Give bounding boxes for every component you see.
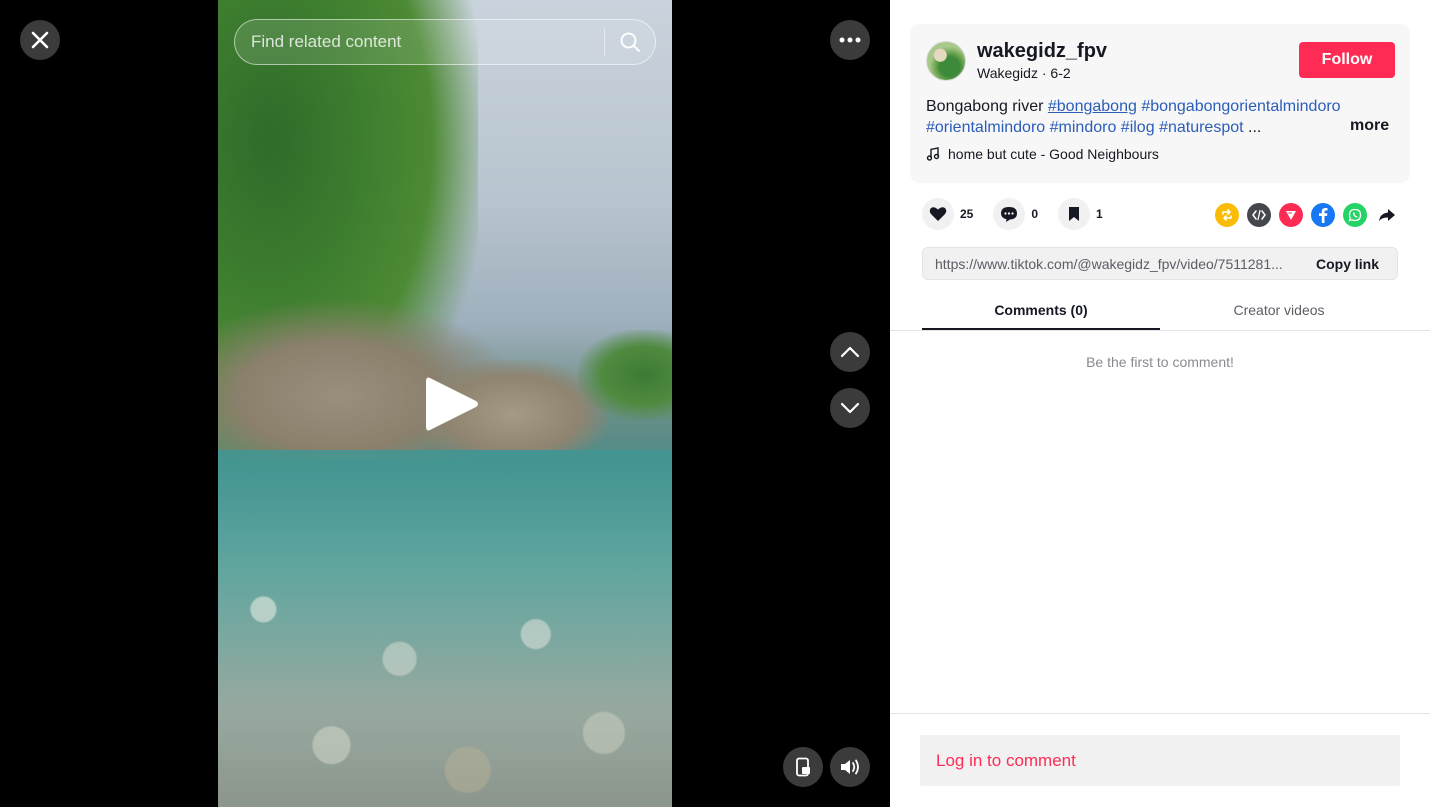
previous-video-button[interactable] bbox=[830, 332, 870, 372]
phone-icon bbox=[796, 757, 810, 777]
heart-icon[interactable] bbox=[922, 198, 954, 230]
video-scene-pebbles bbox=[218, 560, 672, 807]
login-to-comment-box[interactable]: Log in to comment bbox=[920, 735, 1400, 786]
like-action[interactable]: 25 bbox=[922, 198, 973, 230]
avatar[interactable] bbox=[926, 41, 966, 81]
search-bar[interactable] bbox=[234, 19, 656, 65]
copy-link-button[interactable]: Copy link bbox=[1304, 256, 1397, 272]
footer-divider bbox=[890, 713, 1430, 714]
video-scene-hill bbox=[578, 330, 672, 420]
video-description: Bongabong river #bongabong #bongabongori… bbox=[926, 96, 1386, 138]
comment-icon[interactable] bbox=[993, 198, 1026, 230]
share-arrow-icon[interactable] bbox=[1375, 203, 1399, 227]
close-button[interactable] bbox=[20, 20, 60, 60]
bookmark-icon[interactable] bbox=[1058, 198, 1091, 230]
chevron-up-icon bbox=[840, 346, 860, 358]
author-subline: Wakegidz · 6-2 bbox=[977, 65, 1071, 81]
search-icon[interactable] bbox=[605, 19, 655, 65]
music-note-icon bbox=[926, 147, 940, 161]
hashtag-link[interactable]: #bongabong bbox=[1048, 98, 1137, 115]
post-date: 6-2 bbox=[1050, 65, 1071, 81]
comment-action[interactable]: 0 bbox=[993, 198, 1038, 230]
volume-icon bbox=[841, 759, 859, 775]
author-display-name: Wakegidz bbox=[977, 65, 1038, 81]
hashtag-link[interactable]: #ilog bbox=[1121, 119, 1155, 136]
save-action[interactable]: 1 bbox=[1058, 198, 1103, 230]
embed-icon[interactable] bbox=[1247, 203, 1271, 227]
whatsapp-icon[interactable] bbox=[1343, 203, 1367, 227]
author-username[interactable]: wakegidz_fpv bbox=[977, 40, 1107, 63]
tabs-divider bbox=[890, 330, 1430, 331]
engagement-stats: 25 0 1 bbox=[922, 198, 1123, 230]
hashtag-link[interactable]: #orientalmindoro bbox=[926, 119, 1045, 136]
share-link-url[interactable]: https://www.tiktok.com/@wakegidz_fpv/vid… bbox=[923, 256, 1304, 272]
tab-creator-videos[interactable]: Creator videos bbox=[1160, 292, 1398, 330]
close-icon bbox=[31, 31, 49, 49]
play-icon[interactable] bbox=[424, 374, 480, 434]
share-link-box: https://www.tiktok.com/@wakegidz_fpv/vid… bbox=[922, 247, 1398, 280]
send-icon[interactable] bbox=[1279, 203, 1303, 227]
music-title: home but cute - Good Neighbours bbox=[948, 146, 1159, 162]
hashtag-link[interactable]: #bongabongorientalmindoro bbox=[1141, 98, 1340, 115]
like-count: 25 bbox=[960, 207, 974, 221]
volume-button[interactable] bbox=[830, 747, 870, 787]
share-icons bbox=[1215, 203, 1399, 227]
more-icon bbox=[839, 37, 861, 43]
video-info-panel: wakegidz_fpv Wakegidz · 6-2 Follow Bonga… bbox=[890, 0, 1430, 807]
music-link[interactable]: home but cute - Good Neighbours bbox=[926, 146, 1159, 162]
tab-comments[interactable]: Comments (0) bbox=[922, 292, 1160, 330]
search-input[interactable] bbox=[235, 32, 604, 52]
save-count: 1 bbox=[1096, 207, 1103, 221]
author-card: wakegidz_fpv Wakegidz · 6-2 Follow Bonga… bbox=[910, 24, 1410, 183]
hashtag-link[interactable]: #naturespot bbox=[1159, 119, 1244, 136]
empty-comments-message: Be the first to comment! bbox=[1086, 354, 1234, 370]
more-options-button[interactable] bbox=[830, 20, 870, 60]
login-to-comment-link[interactable]: Log in to comment bbox=[920, 751, 1076, 771]
chevron-down-icon bbox=[840, 402, 860, 414]
facebook-icon[interactable] bbox=[1311, 203, 1335, 227]
hashtag-link[interactable]: #mindoro bbox=[1050, 119, 1117, 136]
next-video-button[interactable] bbox=[830, 388, 870, 428]
repost-icon[interactable] bbox=[1215, 203, 1239, 227]
panel-tabs: Comments (0) Creator videos bbox=[922, 292, 1398, 330]
follow-button[interactable]: Follow bbox=[1299, 42, 1395, 78]
more-button[interactable]: more bbox=[1350, 117, 1389, 135]
description-ellipsis: ... bbox=[1248, 119, 1262, 136]
video-viewer bbox=[0, 0, 890, 807]
comment-count: 0 bbox=[1031, 207, 1039, 221]
description-text: Bongabong river bbox=[926, 98, 1044, 115]
floating-player-button[interactable] bbox=[783, 747, 823, 787]
